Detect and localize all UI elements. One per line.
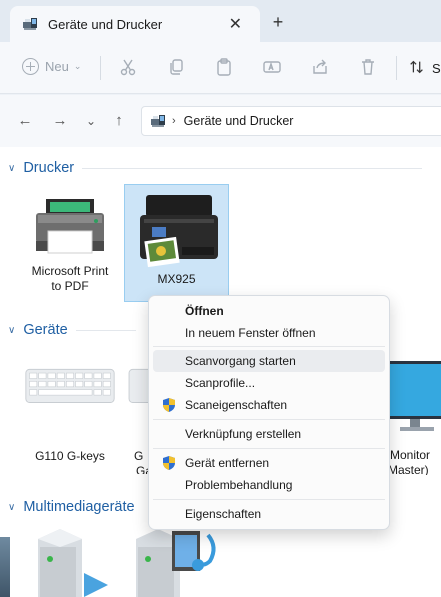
- new-button[interactable]: Neu ⌄: [22, 58, 81, 75]
- new-button-label: Neu: [45, 59, 69, 74]
- group-header-media[interactable]: ∨ Multimediageräte: [8, 499, 135, 515]
- back-button[interactable]: ←: [16, 112, 34, 130]
- address-bar[interactable]: › Geräte und Drucker: [141, 106, 441, 136]
- menu-item-create-shortcut[interactable]: Verknüpfung erstellen: [153, 423, 385, 445]
- menu-item-label: Gerät entfernen: [185, 456, 270, 470]
- breadcrumb[interactable]: Geräte und Drucker: [184, 114, 294, 128]
- paste-icon[interactable]: [214, 57, 234, 77]
- group-title: Drucker: [23, 160, 75, 176]
- menu-item-troubleshoot[interactable]: Problembehandlung: [153, 474, 385, 496]
- menu-separator: [153, 346, 385, 347]
- chevron-down-icon: ⌄: [73, 61, 82, 71]
- breadcrumb-separator[interactable]: ›: [172, 115, 176, 127]
- group-divider: [82, 167, 423, 169]
- plus-icon: [22, 58, 39, 75]
- sort-icon: [408, 58, 426, 79]
- share-icon[interactable]: [310, 57, 330, 77]
- tab-close-icon[interactable]: ✕: [229, 14, 242, 34]
- group-divider: [75, 329, 136, 331]
- copy-icon[interactable]: [166, 57, 186, 77]
- menu-item-label: Scaneigenschaften: [185, 398, 288, 412]
- menu-item-open-new-window[interactable]: In neuem Fenster öffnen: [153, 322, 385, 344]
- item-label: G110 G-keys: [35, 449, 105, 463]
- sort-button[interactable]: S: [408, 58, 441, 79]
- tab-devices-printers[interactable]: Geräte und Drucker ✕: [10, 6, 260, 42]
- toolbar-divider: [100, 56, 101, 80]
- recent-locations-button[interactable]: ⌄: [82, 112, 100, 130]
- command-bar: Neu ⌄ S: [0, 42, 441, 94]
- navigation-bar: ← → ⌄ ↑ › Geräte und Drucker: [0, 95, 441, 147]
- media-server-icon: [136, 529, 216, 597]
- group-title: Multimediageräte: [23, 499, 135, 515]
- devices-printers-icon: [22, 16, 38, 32]
- item-label: Microsoft Print: [31, 264, 109, 278]
- chevron-down-icon: ∨: [8, 324, 16, 336]
- printer-mx925[interactable]: MX925: [124, 184, 229, 302]
- new-tab-button[interactable]: +: [268, 12, 288, 33]
- media-device-1[interactable]: [30, 525, 110, 597]
- menu-item-label: Eigenschaften: [185, 507, 262, 521]
- menu-item-label: Verknüpfung erstellen: [185, 427, 302, 441]
- devices-printers-icon: [150, 113, 166, 129]
- menu-item-label: In neuem Fenster öffnen: [185, 326, 316, 340]
- context-menu: Öffnen In neuem Fenster öffnen Scanvorga…: [148, 295, 390, 530]
- item-label-line2: to PDF: [51, 279, 89, 293]
- tab-title: Geräte und Drucker: [48, 16, 163, 32]
- menu-item-properties[interactable]: Eigenschaften: [153, 503, 385, 525]
- menu-item-label: Scanvorgang starten: [185, 354, 296, 368]
- chevron-down-icon: ∨: [8, 162, 16, 174]
- toolbar-divider: [396, 56, 397, 80]
- menu-item-label: Öffnen: [185, 304, 224, 318]
- sort-label: S: [432, 61, 441, 76]
- menu-item-open[interactable]: Öffnen: [153, 300, 385, 322]
- group-header-devices[interactable]: ∨ Geräte: [8, 322, 136, 338]
- uac-shield-icon: [161, 397, 177, 413]
- menu-item-scan-profiles[interactable]: Scanprofile...: [153, 372, 385, 394]
- keyboard-icon: [25, 368, 115, 403]
- cut-icon[interactable]: [118, 57, 138, 77]
- desktop-wallpaper-edge: [0, 537, 10, 597]
- menu-item-start-scan[interactable]: Scanvorgang starten: [153, 350, 385, 372]
- forward-button[interactable]: →: [51, 112, 69, 130]
- menu-separator: [153, 448, 385, 449]
- media-server-icon: [38, 529, 108, 597]
- chevron-down-icon: ∨: [8, 501, 16, 513]
- media-device-2[interactable]: [128, 525, 228, 597]
- menu-item-label: Problembehandlung: [185, 478, 293, 492]
- menu-item-scan-properties[interactable]: Scaneigenschaften: [153, 394, 385, 416]
- group-title: Geräte: [23, 322, 68, 338]
- multifunction-printer-icon: [139, 195, 218, 268]
- item-label: MX925: [157, 272, 196, 286]
- printer-microsoft-print-to-pdf[interactable]: Microsoft Print to PDF: [20, 187, 120, 307]
- rename-icon[interactable]: [262, 57, 282, 77]
- menu-item-remove-device[interactable]: Gerät entfernen: [153, 452, 385, 474]
- delete-icon[interactable]: [358, 57, 378, 77]
- device-g110-keyboard[interactable]: G110 G-keys: [16, 362, 124, 463]
- menu-separator: [153, 499, 385, 500]
- group-header-printers[interactable]: ∨ Drucker: [8, 160, 423, 176]
- explorer-window: Geräte und Drucker ✕ + Neu ⌄ S ← → ⌄ ↑ ›…: [0, 0, 441, 597]
- uac-shield-icon: [161, 455, 177, 471]
- menu-separator: [153, 419, 385, 420]
- up-button[interactable]: ↑: [110, 112, 128, 130]
- menu-item-label: Scanprofile...: [185, 376, 256, 390]
- tab-strip: Geräte und Drucker ✕ +: [0, 0, 441, 42]
- printer-icon: [36, 199, 104, 254]
